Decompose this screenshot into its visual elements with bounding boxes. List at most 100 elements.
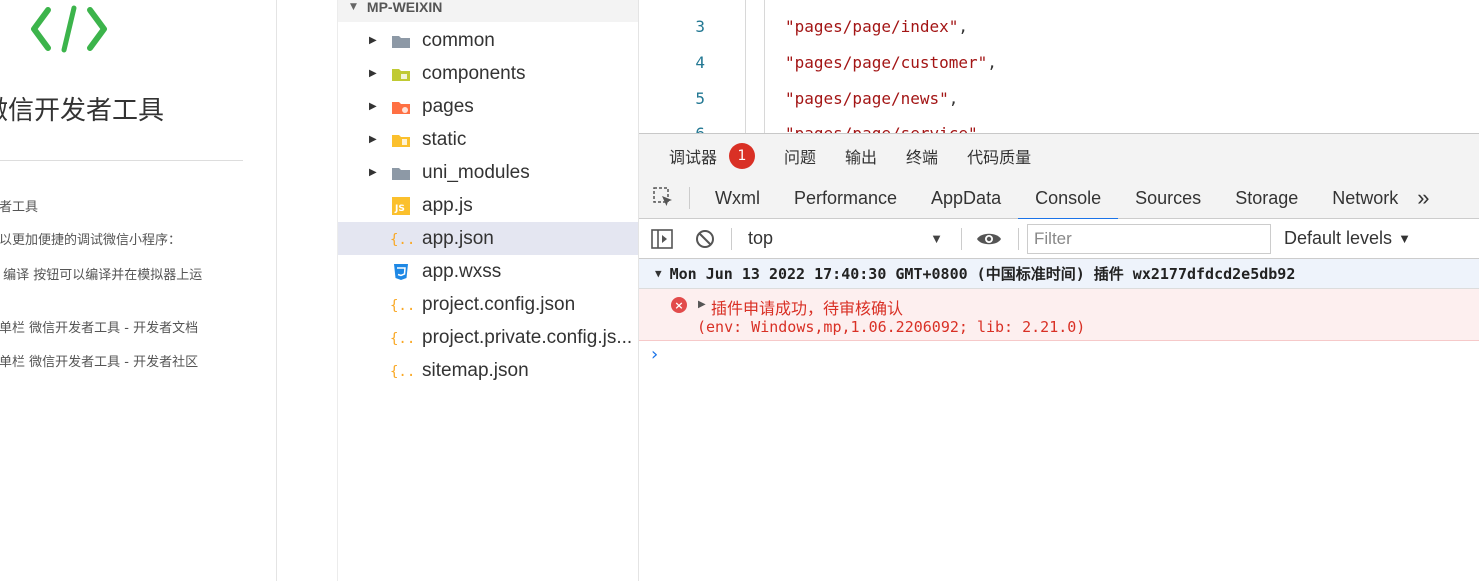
console-group-header[interactable]: ▼ Mon Jun 13 2022 17:40:30 GMT+0800 (中国标… — [639, 259, 1479, 289]
tab-label: 调试器 — [669, 148, 718, 167]
welcome-line: 的 编译 按钮可以编译并在模拟器上运 — [0, 268, 203, 283]
explorer-root-header[interactable]: ▼ MP-WEIXIN — [338, 0, 638, 22]
log-levels-select[interactable]: Default levels ▼ — [1284, 228, 1411, 249]
code-text: "pages/page/service" — [785, 124, 978, 133]
console-error-message[interactable]: × ▶ 插件申请成功，待审核确认 (env: Windows,mp,1.06.2… — [639, 289, 1479, 341]
panel-tab-network[interactable]: Network — [1315, 178, 1415, 219]
json-file-icon: {..} — [390, 230, 412, 248]
panel-tab-console[interactable]: Console — [1018, 178, 1119, 220]
inspect-element-icon[interactable] — [653, 187, 675, 209]
welcome-line: 发者工具 — [0, 200, 39, 215]
tree-item-project-config[interactable]: {..} project.config.json — [338, 288, 638, 321]
error-count-badge: 1 — [729, 143, 756, 169]
panel-tab-performance[interactable]: Performance — [777, 178, 914, 219]
console-prompt[interactable]: › — [651, 344, 658, 365]
tab-code-quality[interactable]: 代码质量 — [967, 134, 1031, 178]
panel-tab-appdata[interactable]: AppData — [914, 178, 1018, 219]
welcome-panel: 微信开发者工具 发者工具 可以更加便捷的调试微信小程序： 的 编译 按钮可以编译… — [0, 0, 277, 581]
tree-item-app-wxss[interactable]: app.wxss — [338, 255, 638, 288]
code-editor[interactable]: 3 "pages/page/index", 4 "pages/page/cust… — [639, 0, 1479, 133]
code-text: "pages/page/news" — [785, 89, 949, 108]
devtools-panel: 调试器 1 问题 输出 终端 代码质量 Wxml Performance App… — [639, 133, 1479, 581]
pages-folder-icon — [390, 98, 412, 116]
tab-problems[interactable]: 问题 — [784, 134, 816, 178]
dropdown-arrow-icon: ▼ — [1398, 231, 1411, 246]
indent-guide — [764, 0, 765, 133]
tab-debugger[interactable]: 调试器 1 — [669, 134, 756, 178]
error-icon: × — [671, 297, 687, 313]
file-explorer: ▼ MP-WEIXIN ▶ common ▶ components ▶ page… — [338, 0, 639, 581]
tree-item-uni-modules[interactable]: ▶ uni_modules — [338, 156, 638, 189]
tree-item-app-json[interactable]: {..} app.json — [338, 222, 638, 255]
caret-right-icon: ▶ — [369, 167, 377, 178]
devtools-tabbar: 调试器 1 问题 输出 终端 代码质量 — [639, 134, 1479, 178]
line-number: 3 — [695, 17, 705, 36]
code-line: 6 "pages/page/service" — [639, 124, 1479, 133]
sidebar-toggle-icon[interactable] — [651, 228, 673, 249]
line-number: 5 — [695, 89, 705, 108]
panel-tab-sources[interactable]: Sources — [1118, 178, 1218, 219]
welcome-line[interactable]: 菜单栏 微信开发者工具 - 开发者社区 — [0, 351, 198, 370]
clear-console-icon[interactable] — [695, 229, 715, 249]
svg-text:{..}: {..} — [390, 331, 412, 347]
welcome-line: 可以更加便捷的调试微信小程序： — [0, 233, 182, 248]
code-text: "pages/page/customer" — [785, 53, 988, 72]
console-filter-input[interactable] — [1027, 223, 1271, 254]
welcome-title: 微信开发者工具 — [0, 96, 165, 126]
svg-text:{..}: {..} — [390, 364, 412, 380]
caret-right-icon: ▶ — [369, 134, 377, 145]
devtools-panel-tabs: Wxml Performance AppData Console Sources… — [639, 178, 1479, 220]
context-value: top — [748, 228, 774, 248]
panel-tab-wxml[interactable]: Wxml — [698, 178, 777, 219]
tree-item-sitemap[interactable]: {..} sitemap.json — [338, 354, 638, 387]
caret-down-icon: ▼ — [350, 2, 357, 12]
code-logo-icon — [31, 5, 107, 53]
tree-item-label: app.wxss — [422, 260, 502, 282]
tree-item-static[interactable]: ▶ static — [338, 123, 638, 156]
caret-right-icon[interactable]: ▶ — [698, 299, 706, 310]
more-panels-button[interactable]: » — [1415, 178, 1446, 219]
tree-item-label: project.config.json — [422, 293, 576, 315]
explorer-root-name: MP-WEIXIN — [366, 0, 443, 15]
line-number: 6 — [679, 124, 705, 133]
error-text: 插件申请成功，待审核确认 — [711, 299, 904, 318]
line-number: 4 — [695, 53, 705, 72]
json-file-icon: {..} — [390, 296, 412, 314]
tab-terminal[interactable]: 终端 — [906, 134, 938, 178]
tree-item-common[interactable]: ▶ common — [338, 24, 638, 57]
welcome-line[interactable]: 菜单栏 微信开发者工具 - 开发者文档 — [0, 317, 198, 336]
caret-right-icon: ▶ — [369, 68, 377, 79]
code-line: 4 "pages/page/customer", — [639, 53, 1479, 89]
components-folder-icon — [390, 65, 412, 83]
tree-item-label: components — [422, 62, 526, 84]
divider — [0, 160, 243, 161]
json-file-icon: {..} — [390, 329, 412, 347]
svg-text:JS: JS — [394, 204, 405, 214]
live-expression-eye-icon[interactable] — [976, 230, 1002, 248]
caret-right-icon: ▶ — [369, 35, 377, 46]
tree-item-label: sitemap.json — [422, 359, 529, 381]
code-line: 3 "pages/page/index", — [639, 17, 1479, 53]
tree-item-label: static — [422, 128, 467, 150]
json-file-icon: {..} — [390, 362, 412, 380]
folder-icon — [390, 164, 412, 182]
panel-tab-storage[interactable]: Storage — [1218, 178, 1315, 219]
tree-item-label: pages — [422, 95, 474, 117]
context-select[interactable]: top ▼ — [748, 228, 953, 249]
tree-item-label: common — [422, 29, 495, 51]
tree-item-project-private-config[interactable]: {..} project.private.config.js... — [338, 321, 638, 354]
caret-right-icon: ▶ — [369, 101, 377, 112]
tab-output[interactable]: 输出 — [845, 134, 877, 178]
console-toolbar: top ▼ Default levels ▼ — [639, 219, 1479, 259]
tree-item-pages[interactable]: ▶ pages — [338, 90, 638, 123]
gap-column — [277, 0, 338, 581]
tree-item-components[interactable]: ▶ components — [338, 57, 638, 90]
tree-item-app-js[interactable]: JS app.js — [338, 189, 638, 222]
tree-item-label: app.js — [422, 194, 473, 216]
error-env-text: (env: Windows,mp,1.06.2206092; lib: 2.21… — [697, 318, 1086, 336]
svg-text:{..}: {..} — [390, 232, 412, 248]
code-line: 5 "pages/page/news", — [639, 89, 1479, 125]
caret-down-icon: ▼ — [655, 267, 662, 280]
code-text: "pages/page/index" — [785, 17, 959, 36]
tree-item-label: app.json — [422, 227, 494, 249]
